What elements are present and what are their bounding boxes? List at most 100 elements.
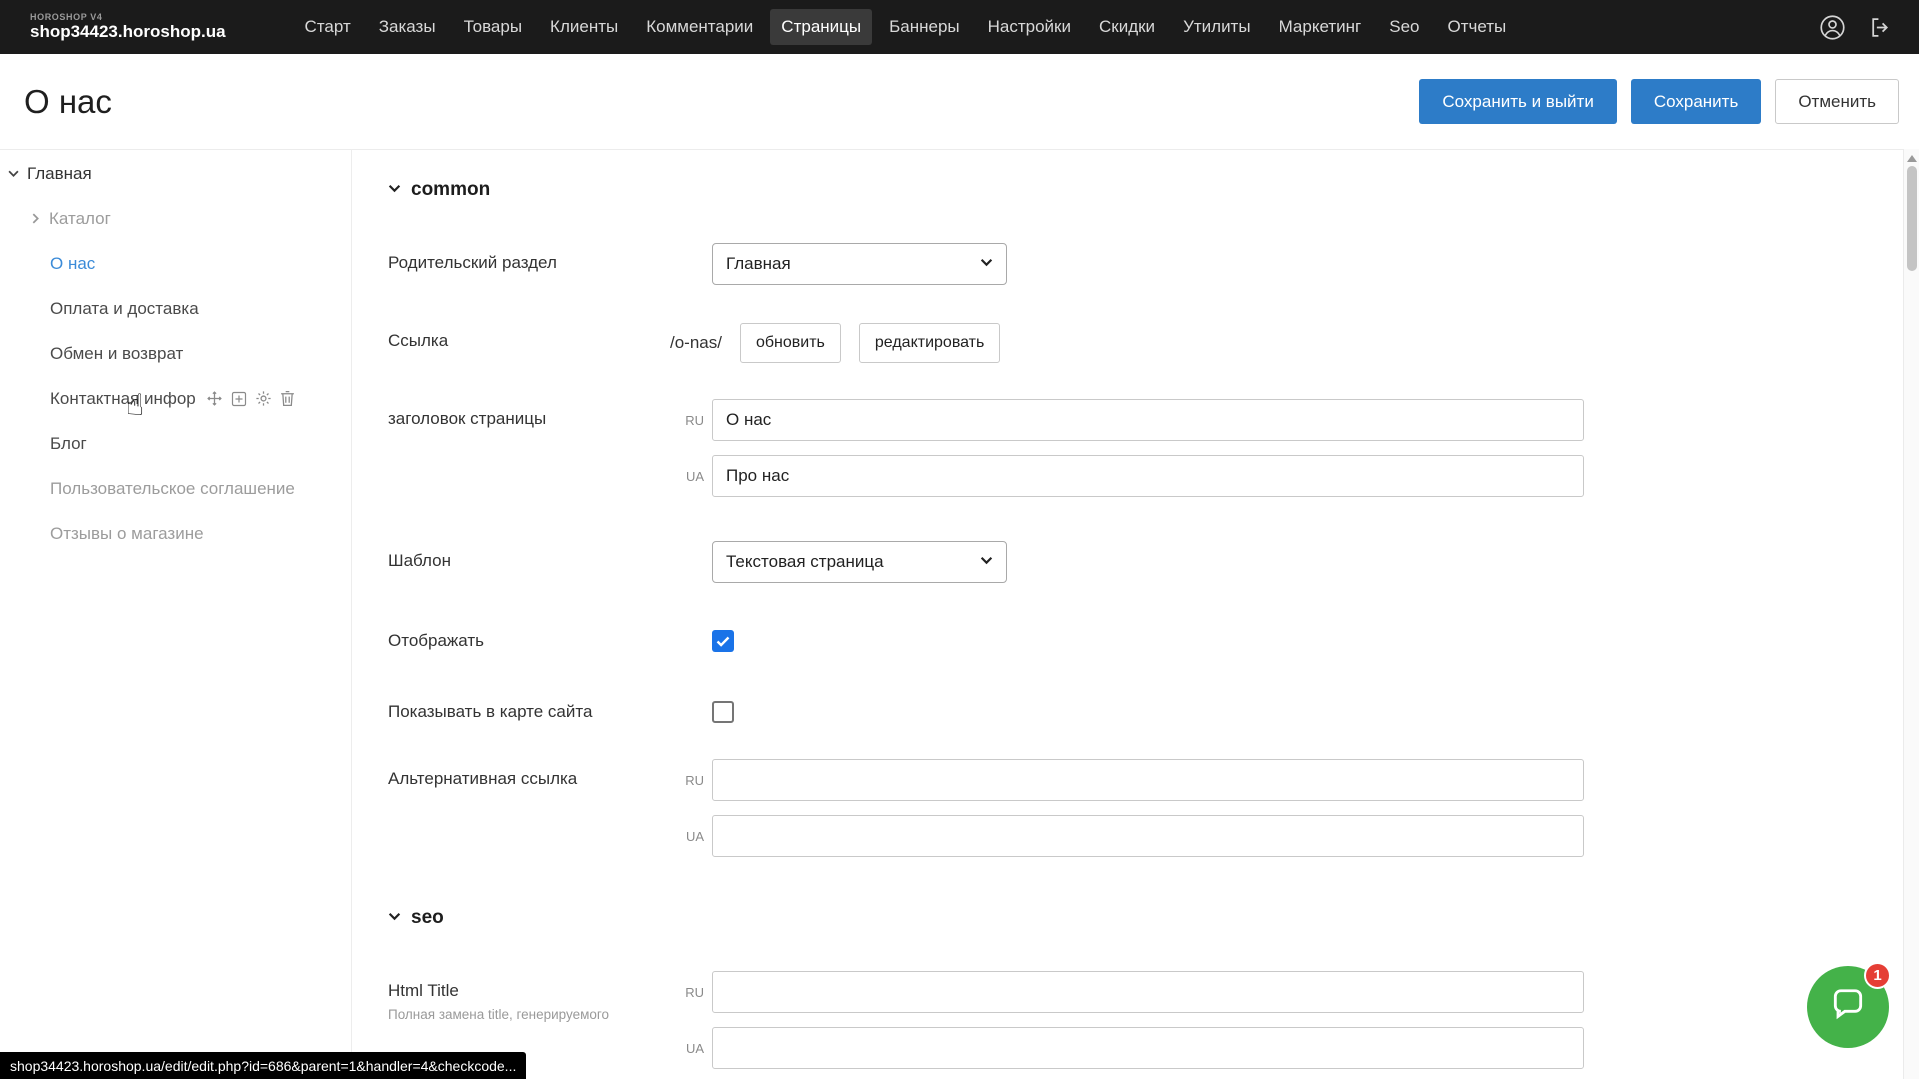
scroll-up-arrow[interactable] <box>1907 155 1917 162</box>
field-label: Шаблон <box>388 541 670 571</box>
menu-seo[interactable]: Seo <box>1378 9 1430 45</box>
display-checkbox[interactable] <box>712 630 734 652</box>
sidebar-item-label: Оплата и доставка <box>50 299 199 319</box>
vertical-scrollbar[interactable] <box>1903 149 1919 1079</box>
sidebar-item-katalog[interactable]: Каталог <box>0 196 351 241</box>
field-html-title: Html Title Полная замена title, генериру… <box>388 971 1879 1069</box>
sidebar-item-label: Контактная инфор <box>50 389 196 409</box>
link-path: /o-nas/ <box>670 333 722 353</box>
sidebar-item-polzovatelskoe-soglashenie[interactable]: Пользовательское соглашение <box>0 466 351 511</box>
select-value: Текстовая страница <box>726 552 884 572</box>
chevron-down-icon <box>388 179 401 201</box>
save-and-exit-button[interactable]: Сохранить и выйти <box>1419 79 1616 124</box>
status-url-bar: shop34423.horoshop.ua/edit/edit.php?id=6… <box>0 1052 526 1079</box>
logout-icon[interactable] <box>1868 15 1893 40</box>
sidebar-item-label: Отзывы о магазине <box>50 524 204 544</box>
lang-ru-badge: RU <box>670 399 704 428</box>
html-title-ru-input[interactable] <box>712 971 1584 1013</box>
field-label: Альтернативная ссылка <box>388 759 670 789</box>
sidebar-item-kontaktnaya-infor[interactable]: Контактная инфор <box>0 376 351 421</box>
sitemap-checkbox[interactable] <box>712 701 734 723</box>
alt-link-ru-input[interactable] <box>712 759 1584 801</box>
sidebar-item-label: Обмен и возврат <box>50 344 183 364</box>
field-alt-link: Альтернативная ссылка RU UA <box>388 759 1879 857</box>
menu-marketing[interactable]: Маркетинг <box>1268 9 1373 45</box>
sidebar-item-glavnaya[interactable]: Главная <box>0 151 351 196</box>
lang-ua-badge: UA <box>670 815 704 844</box>
page-title: О нас <box>24 83 112 121</box>
field-label: Родительский раздел <box>388 243 670 273</box>
menu-discounts[interactable]: Скидки <box>1088 9 1166 45</box>
sidebar-item-otzyvy-o-magazine[interactable]: Отзывы о магазине <box>0 511 351 556</box>
html-title-ua-input[interactable] <box>712 1027 1584 1069</box>
menu-utilities[interactable]: Утилиты <box>1172 9 1262 45</box>
scrollbar-thumb[interactable] <box>1907 166 1917 271</box>
sidebar-item-label: О нас <box>50 254 95 274</box>
sidebar-item-obmen-i-vozvrat[interactable]: Обмен и возврат <box>0 331 351 376</box>
refresh-link-button[interactable]: обновить <box>740 323 841 363</box>
menu-pages[interactable]: Страницы <box>770 9 872 45</box>
page-title-ua-input[interactable] <box>712 455 1584 497</box>
pages-tree-sidebar: Главная Каталог О нас Оплата и доставка … <box>0 149 352 1079</box>
main-menu: Старт Заказы Товары Клиенты Комментарии … <box>294 9 1819 45</box>
section-seo-label: seo <box>411 907 444 929</box>
logo-shop-name: shop34423.horoshop.ua <box>30 23 226 41</box>
parent-section-select[interactable]: Главная <box>712 243 1007 285</box>
field-label: Html Title Полная замена title, генериру… <box>388 971 670 1024</box>
settings-gear-icon[interactable] <box>255 390 272 407</box>
sidebar-item-label: Главная <box>27 164 92 184</box>
sidebar-item-o-nas[interactable]: О нас <box>0 241 351 286</box>
html-title-hint: Полная замена title, генерируемого <box>388 1007 670 1024</box>
sidebar-item-oplata-i-dostavka[interactable]: Оплата и доставка <box>0 286 351 331</box>
field-label: Показывать в карте сайта <box>388 692 670 722</box>
field-sitemap: Показывать в карте сайта <box>388 692 1879 723</box>
chevron-right-icon <box>30 213 41 224</box>
lang-ru-badge: RU <box>670 971 704 1000</box>
lang-ua-badge: UA <box>670 1027 704 1056</box>
delete-trash-icon[interactable] <box>280 390 295 407</box>
menu-orders[interactable]: Заказы <box>368 9 447 45</box>
sidebar-item-label: Блог <box>50 434 87 454</box>
move-icon[interactable] <box>206 390 223 407</box>
menu-settings[interactable]: Настройки <box>977 9 1082 45</box>
menu-start[interactable]: Старт <box>294 9 362 45</box>
chat-bubble-icon <box>1829 986 1867 1029</box>
alt-link-ua-input[interactable] <box>712 815 1584 857</box>
menu-reports[interactable]: Отчеты <box>1436 9 1517 45</box>
header-actions: Сохранить и выйти Сохранить Отменить <box>1419 79 1899 124</box>
logo[interactable]: HOROSHOP V4 shop34423.horoshop.ua <box>30 13 226 40</box>
field-label: Ссылка <box>388 321 670 351</box>
account-icon[interactable] <box>1819 14 1846 41</box>
section-seo[interactable]: seo <box>388 907 1879 929</box>
page-title-ru-input[interactable] <box>712 399 1584 441</box>
section-common[interactable]: common <box>388 179 1879 201</box>
sidebar-item-label: Пользовательское соглашение <box>50 479 295 499</box>
field-parent-section: Родительский раздел Главная <box>388 243 1879 285</box>
chevron-down-icon <box>980 552 993 572</box>
menu-clients[interactable]: Клиенты <box>539 9 629 45</box>
page-edit-form: common Родительский раздел Главная Ссылк… <box>352 149 1919 1079</box>
add-page-icon[interactable] <box>231 391 247 407</box>
lang-ru-badge: RU <box>670 759 704 788</box>
template-select[interactable]: Текстовая страница <box>712 541 1007 583</box>
lang-ua-badge: UA <box>670 455 704 484</box>
section-common-label: common <box>411 179 490 201</box>
status-url-text: shop34423.horoshop.ua/edit/edit.php?id=6… <box>10 1058 516 1074</box>
save-button[interactable]: Сохранить <box>1631 79 1761 124</box>
chat-unread-badge: 1 <box>1864 962 1891 989</box>
menu-comments[interactable]: Комментарии <box>635 9 764 45</box>
field-template: Шаблон Текстовая страница <box>388 541 1879 583</box>
edit-link-button[interactable]: редактировать <box>859 323 1000 363</box>
field-label: Отображать <box>388 621 670 651</box>
chat-launcher-button[interactable]: 1 <box>1807 966 1889 1048</box>
tree-item-actions <box>206 390 295 407</box>
topbar-icons <box>1819 14 1893 41</box>
sidebar-item-blog[interactable]: Блог <box>0 421 351 466</box>
chevron-down-icon <box>8 168 19 179</box>
cancel-button[interactable]: Отменить <box>1775 79 1899 124</box>
chevron-down-icon <box>980 254 993 274</box>
menu-banners[interactable]: Баннеры <box>878 9 971 45</box>
field-label: заголовок страницы <box>388 399 670 429</box>
field-display: Отображать <box>388 621 1879 652</box>
menu-products[interactable]: Товары <box>453 9 533 45</box>
